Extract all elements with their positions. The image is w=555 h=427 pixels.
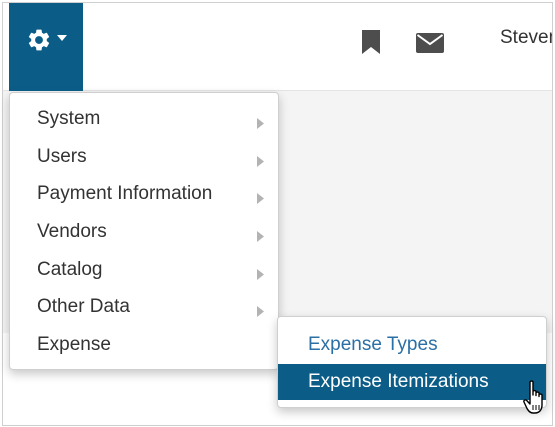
submenu-item-expense-types[interactable]: Expense Types — [278, 327, 546, 363]
settings-menu-button[interactable] — [9, 3, 83, 91]
submenu-item-expense-itemizations[interactable]: Expense Itemizations — [278, 364, 546, 400]
top-navbar: Steven — [3, 3, 552, 91]
hand-pointer-cursor-icon — [523, 380, 549, 421]
chevron-right-icon — [257, 264, 264, 286]
menu-item-label: Users — [37, 145, 87, 167]
menu-item-vendors[interactable]: Vendors — [10, 213, 278, 250]
menu-item-label: Other Data — [37, 295, 130, 317]
chevron-right-icon — [257, 151, 264, 173]
submenu-item-label: Expense Types — [308, 334, 438, 355]
menu-item-payment-information[interactable]: Payment Information — [10, 175, 278, 212]
caret-down-icon — [56, 35, 67, 41]
gear-icon — [26, 27, 52, 53]
chevron-right-icon — [257, 226, 264, 248]
menu-item-catalog[interactable]: Catalog — [10, 251, 278, 288]
menu-item-users[interactable]: Users — [10, 138, 278, 175]
menu-item-label: Expense — [37, 333, 111, 355]
chevron-right-icon — [257, 113, 264, 135]
submenu-item-label: Expense Itemizations — [308, 371, 489, 392]
settings-dropdown-menu: System Users Payment Information Vendors… — [9, 92, 279, 370]
menu-item-system[interactable]: System — [10, 100, 278, 137]
menu-item-other-data[interactable]: Other Data — [10, 288, 278, 325]
menu-item-label: Vendors — [37, 220, 107, 242]
chevron-right-icon — [257, 301, 264, 323]
chevron-right-icon — [257, 188, 264, 210]
bookmark-icon[interactable] — [361, 30, 381, 59]
envelope-icon[interactable] — [416, 33, 444, 58]
menu-item-label: Catalog — [37, 258, 103, 280]
user-name[interactable]: Steven — [500, 27, 552, 49]
menu-item-label: System — [37, 107, 101, 129]
menu-item-expense[interactable]: Expense — [10, 326, 278, 363]
expense-submenu: Expense Types Expense Itemizations — [277, 316, 547, 408]
menu-item-label: Payment Information — [37, 182, 213, 204]
